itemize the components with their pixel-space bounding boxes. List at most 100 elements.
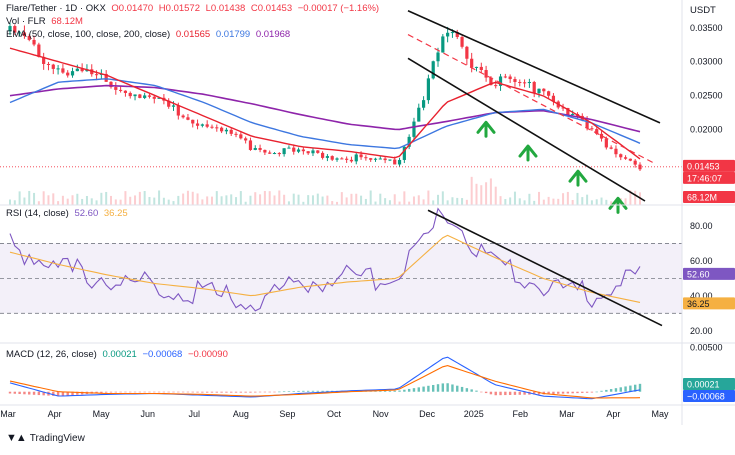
volume-bar (581, 197, 584, 205)
macd-histogram-bar (388, 390, 392, 392)
candle-body (292, 147, 296, 152)
macd-histogram-bar (403, 389, 406, 392)
macd-legend: MACD (12, 26, close) 0.00021 −0.00068 −0… (6, 349, 231, 361)
candle-body (46, 63, 51, 65)
volume-bar (340, 192, 343, 205)
macd-badge-text: 0.00021 (687, 380, 720, 390)
macd-histogram-bar (172, 391, 175, 393)
volume-bar (52, 193, 55, 205)
macd-histogram-bar (162, 391, 166, 393)
volume-bar (201, 199, 204, 205)
volume-bar (177, 195, 180, 205)
macd-histogram-bar (263, 391, 267, 393)
macd-histogram-bar (436, 384, 440, 392)
candle-body (311, 150, 315, 154)
volume-legend: Vol · FLR 68.12M (6, 16, 86, 28)
volume-bar (23, 197, 26, 205)
macd-histogram-bar (398, 390, 401, 392)
rsi-ma-badge-text: 36.25 (687, 299, 710, 309)
macd-histogram-bar (292, 391, 295, 392)
price-tick-label: 0.02500 (690, 91, 723, 101)
volume-bar (162, 197, 165, 205)
volume-bar (129, 196, 132, 205)
volume-bar (57, 201, 60, 205)
volume-bar (143, 191, 146, 205)
ema100-value: 0.01799 (215, 29, 251, 40)
macd-histogram-bar (456, 385, 459, 392)
macd-histogram-bar (557, 391, 560, 394)
volume-bar (494, 186, 497, 205)
volume-bar (225, 195, 228, 205)
candle-body (272, 153, 277, 155)
macd-histogram-bar (489, 391, 493, 395)
volume-bar (605, 199, 608, 205)
candle-body (345, 158, 349, 160)
volume-bar (412, 196, 415, 205)
macd-histogram-bar (494, 391, 497, 396)
macd-histogram-bar (196, 391, 199, 393)
candle-body (330, 156, 334, 160)
volume-bar (408, 201, 411, 205)
macd-histogram-bar (114, 391, 118, 393)
volume-bar (355, 193, 358, 205)
volume-bar (470, 176, 473, 205)
macd-histogram-bar (581, 391, 584, 393)
x-axis-label: Mar (559, 409, 575, 419)
macd-histogram-bar (220, 391, 223, 393)
macd-histogram-bar (302, 390, 305, 392)
volume-bar (239, 191, 242, 205)
volume-bar (9, 199, 11, 205)
candle-body (181, 115, 185, 118)
volume-bar (287, 201, 290, 205)
volume-bar (321, 196, 324, 205)
rsi-tick-label: 80.00 (690, 221, 713, 231)
macd-histogram-bar (201, 391, 204, 393)
macd-histogram-bar (148, 391, 151, 393)
volume-bar (369, 190, 372, 205)
volume-bar (307, 195, 310, 205)
candle-body (244, 138, 248, 141)
candle-body (152, 96, 156, 99)
candle-body (234, 133, 238, 135)
candle-body (114, 87, 118, 90)
volume-bar (90, 198, 93, 205)
candle-body (176, 105, 180, 116)
volume-bar (148, 196, 151, 205)
volume-bar (259, 194, 262, 205)
volume-bar (465, 199, 468, 205)
candle-body (205, 124, 209, 127)
candle-body (51, 64, 55, 69)
candle-body (450, 32, 455, 34)
price-tick-label: 0.03000 (690, 57, 723, 67)
macd-histogram-bar (239, 391, 243, 393)
macd-histogram-bar (417, 387, 420, 392)
tradingview-logo[interactable]: ▼▲ TradingView (6, 432, 85, 444)
volume-bar (446, 200, 449, 205)
macd-histogram-bar (8, 391, 12, 394)
volume-bar (393, 194, 396, 205)
volume-bar (210, 196, 213, 205)
candle-body (301, 149, 305, 152)
macd-histogram-bar (624, 386, 627, 392)
macd-histogram-bar (609, 389, 613, 392)
volume-bar (316, 193, 319, 205)
volume-bar (542, 199, 545, 205)
volume-bar (509, 197, 512, 205)
volume-bar (489, 178, 492, 205)
macd-histogram-bar (513, 391, 517, 395)
price-legend: Flare/Tether · 1D · OKX O0.01470 H0.0157… (6, 3, 382, 15)
price-tick-label: 0.02000 (690, 125, 723, 135)
open-value: O0.01470 (111, 3, 154, 14)
x-axis-label: Nov (373, 409, 390, 419)
x-axis-label: Oct (327, 409, 342, 419)
volume-bar (513, 191, 516, 205)
volume-bar (379, 193, 382, 205)
x-axis-label: Dec (419, 409, 436, 419)
tradingview-brand: TradingView (29, 432, 85, 444)
macd-histogram-bar (119, 391, 122, 393)
chart-canvas[interactable]: 0.035000.030000.025000.020000.01500USDT8… (0, 0, 735, 455)
change-value: −0.00017 (−1.16%) (297, 3, 380, 14)
volume-bar (547, 196, 550, 205)
volume-bar (66, 198, 69, 205)
candle-body (609, 147, 613, 149)
